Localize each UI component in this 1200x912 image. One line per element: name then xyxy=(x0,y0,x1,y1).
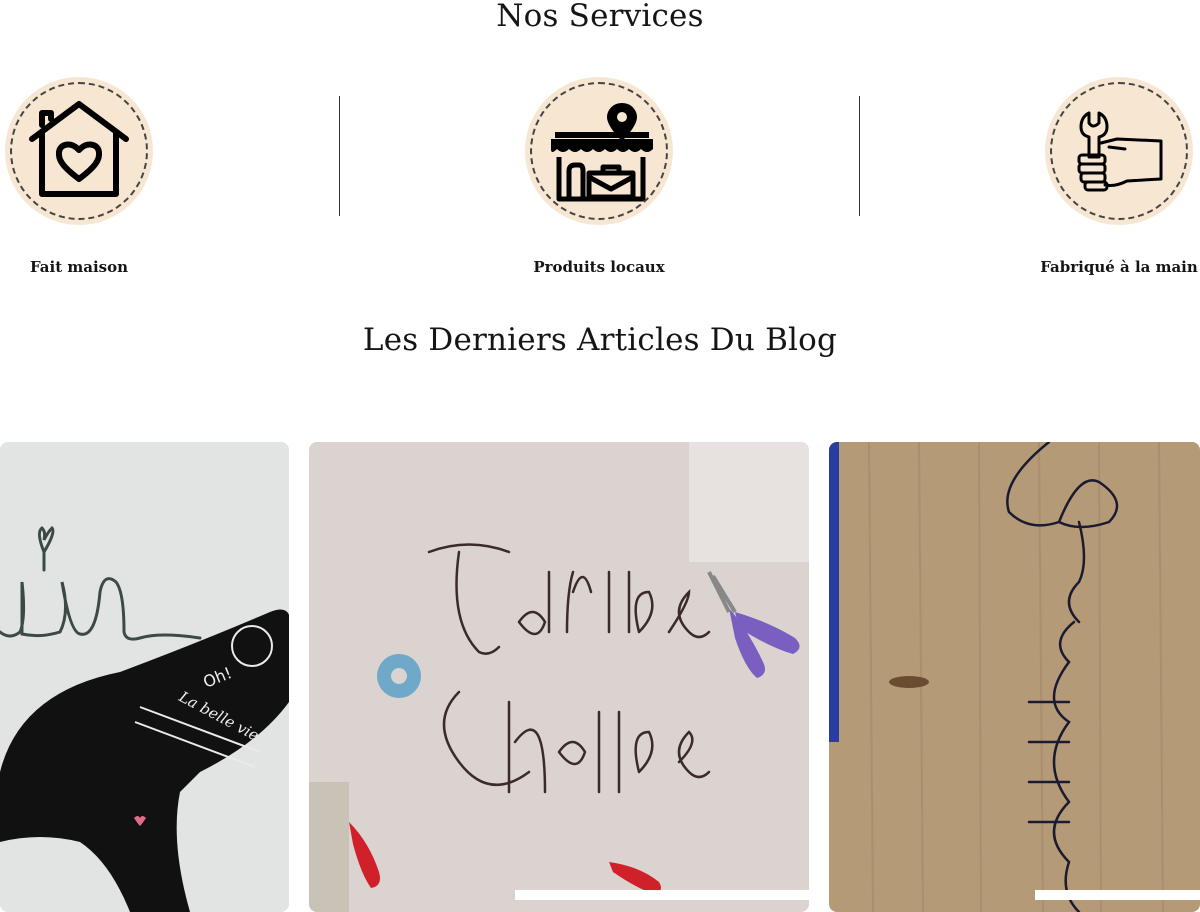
blog-article-card[interactable] xyxy=(829,442,1200,912)
hand-wrench-icon xyxy=(1045,77,1193,225)
services-title: Nos Services xyxy=(496,0,704,34)
blog-article-card[interactable]: Oh! La belle vie xyxy=(0,442,289,912)
blog-section-title: Les Derniers Articles Du Blog xyxy=(362,322,838,358)
house-heart-icon xyxy=(5,77,153,225)
services-divider xyxy=(859,96,860,216)
service-label-produits-locaux: Produits locaux xyxy=(533,258,665,276)
services-divider xyxy=(339,96,340,216)
card-caption-placeholder xyxy=(515,890,809,900)
toilettes-chiottes-wire-art-image[interactable] xyxy=(309,442,809,912)
card-caption-placeholder xyxy=(1035,890,1200,900)
rocket-wire-art-image[interactable]: Oh! La belle vie xyxy=(0,442,289,912)
service-label-fait-maison: Fait maison xyxy=(29,258,129,276)
local-shop-icon xyxy=(525,77,673,225)
blog-article-card[interactable] xyxy=(309,442,809,912)
service-label-fabrique-a-la-main: Fabriqué à la main xyxy=(1040,258,1198,276)
maitresse-wire-art-image[interactable] xyxy=(829,442,1200,912)
